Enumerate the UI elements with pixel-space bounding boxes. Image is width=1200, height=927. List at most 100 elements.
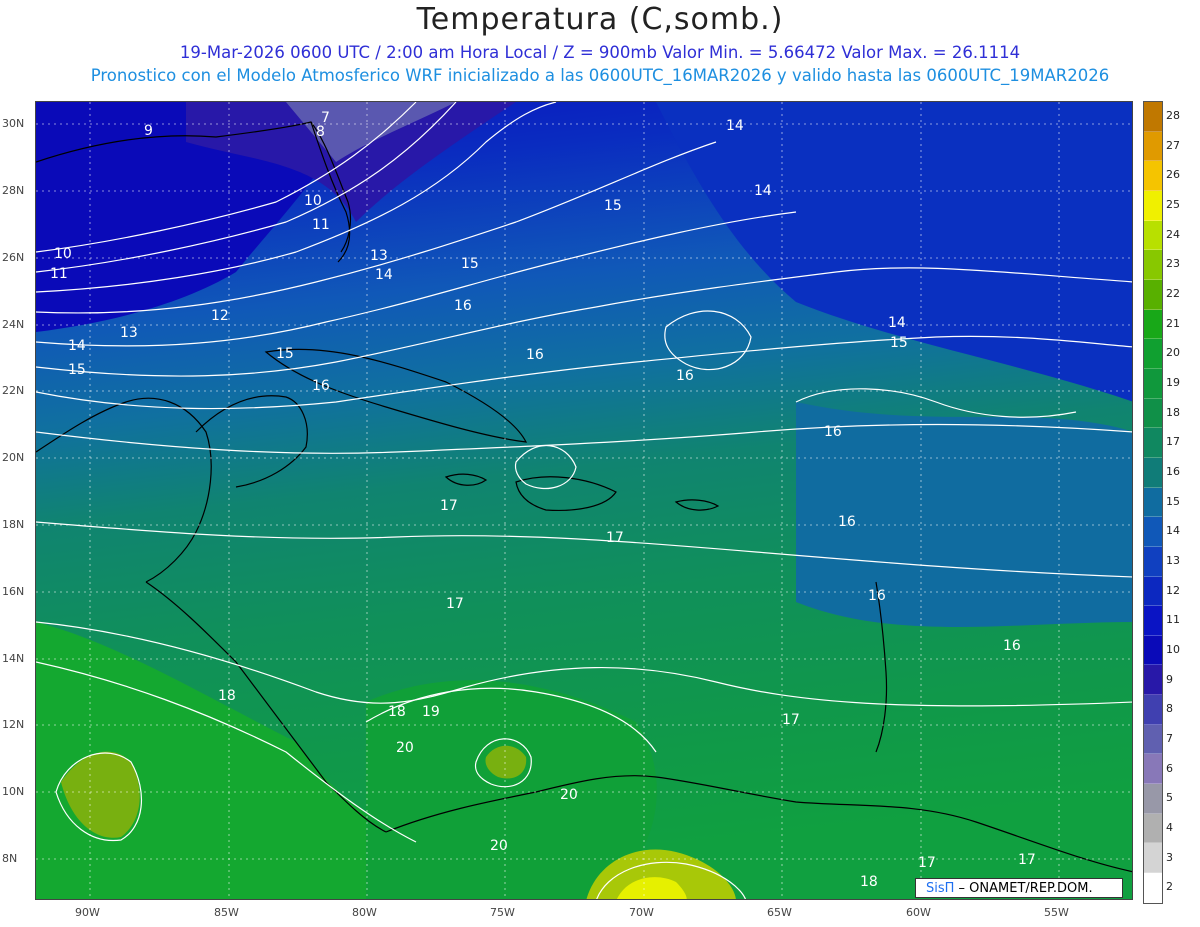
lon-tick: 75W: [490, 906, 515, 919]
colorbar-label: 28: [1166, 108, 1180, 122]
colorbar-label: 5: [1166, 791, 1173, 805]
colorbar-segment: [1144, 635, 1162, 666]
colorbar-label: 14: [1166, 524, 1180, 538]
contour-label: 17: [606, 530, 624, 546]
colorbar-segment: [1144, 339, 1162, 369]
contour-label: 16: [312, 378, 330, 394]
contour-label: 17: [782, 712, 800, 728]
colorbar-label: 15: [1166, 494, 1180, 508]
contour-label: 10: [54, 246, 72, 262]
colorbar-label: 26: [1166, 168, 1180, 182]
colorbar-label: 24: [1166, 227, 1180, 241]
colorbar-segment: [1144, 665, 1162, 696]
colorbar-label: 27: [1166, 138, 1180, 152]
model-info-line: Pronostico con el Modelo Atmosferico WRF…: [90, 66, 1110, 85]
credit-box: SisΠ – ONAMET/REP.DOM.: [915, 878, 1123, 898]
contour-label: 13: [370, 248, 388, 264]
colorbar-segment: [1144, 368, 1162, 399]
lon-tick: 80W: [352, 906, 377, 919]
colorbar-label: 19: [1166, 375, 1180, 389]
lat-tick: 12N: [2, 718, 25, 731]
colorbar-segment: [1144, 279, 1162, 310]
colorbar-label: 9: [1166, 672, 1173, 686]
contour-label: 17: [1018, 852, 1036, 868]
colorbar-segment: [1144, 487, 1162, 518]
contour-label: 13: [120, 325, 138, 341]
colorbar-segment: [1144, 813, 1162, 844]
contour-label: 11: [50, 266, 68, 282]
contour-label: 12: [211, 308, 229, 324]
colorbar-label: 6: [1166, 761, 1173, 775]
colorbar-segment: [1144, 724, 1162, 755]
colorbar-label: 7: [1166, 731, 1173, 745]
lon-tick: 70W: [629, 906, 654, 919]
colorbar-segment: [1144, 517, 1162, 547]
contour-label: 20: [490, 838, 508, 854]
contour-label: 15: [68, 362, 86, 378]
colorbar-segment: [1144, 190, 1162, 221]
colorbar-segment: [1144, 161, 1162, 191]
lat-tick: 16N: [2, 585, 25, 598]
contour-label: 10: [304, 193, 322, 209]
lon-tick: 60W: [906, 906, 931, 919]
contour-label: 16: [838, 514, 856, 530]
colorbar-segment: [1144, 220, 1162, 251]
colorbar-label: 18: [1166, 405, 1180, 419]
contour-label: 17: [446, 596, 464, 612]
contour-label: 14: [888, 315, 906, 331]
contour-label: 9: [144, 123, 153, 139]
map-title: Temperatura (C,somb.): [416, 2, 784, 37]
colorbar-label: 11: [1166, 613, 1180, 627]
colorbar-segment: [1144, 606, 1162, 636]
lon-tick: 55W: [1044, 906, 1069, 919]
colorbar-label: 25: [1166, 197, 1180, 211]
contour-label: 17: [440, 498, 458, 514]
contour-label: 16: [1003, 638, 1021, 654]
contour-label: 16: [868, 588, 886, 604]
lat-tick: 10N: [2, 785, 25, 798]
colorbar-label: 3: [1166, 850, 1173, 864]
lon-tick: 65W: [767, 906, 792, 919]
lon-tick: 90W: [75, 906, 100, 919]
contour-label: 14: [754, 183, 772, 199]
contour-label: 14: [375, 267, 393, 283]
contour-label: 8: [316, 124, 325, 140]
sispi-logo-text: SisΠ: [926, 881, 955, 896]
temperature-map: 9 7 8 14 14 10 11 10 11 13 14 15 15 12 1…: [35, 101, 1133, 900]
contour-label: 16: [824, 424, 842, 440]
colorbar-segment: [1144, 131, 1162, 162]
contour-label: 20: [396, 740, 414, 756]
colorbar-label: 8: [1166, 702, 1173, 716]
contour-label: 18: [860, 874, 878, 890]
contour-label: 16: [454, 298, 472, 314]
contour-label: 16: [676, 368, 694, 384]
colorbar-segment: [1144, 428, 1162, 458]
contour-label: 18: [388, 704, 406, 720]
lat-tick: 22N: [2, 384, 25, 397]
colorbar-segment: [1144, 873, 1162, 903]
colorbar-segment: [1144, 576, 1162, 607]
lon-tick: 85W: [214, 906, 239, 919]
lat-tick: 26N: [2, 251, 25, 264]
lat-tick: 28N: [2, 184, 25, 197]
colorbar-label: 2: [1166, 880, 1173, 894]
colorbar-label: 4: [1166, 820, 1173, 834]
contour-label: 15: [276, 346, 294, 362]
colorbar-label: 16: [1166, 464, 1180, 478]
contour-label: 17: [918, 855, 936, 871]
colorbar-segment: [1144, 784, 1162, 814]
colorbar: [1143, 101, 1163, 904]
colorbar-label: 17: [1166, 435, 1180, 449]
colorbar-segment: [1144, 309, 1162, 340]
contour-label: 15: [890, 335, 908, 351]
colorbar-label: 10: [1166, 642, 1180, 656]
contour-label: 19: [422, 704, 440, 720]
colorbar-segment: [1144, 843, 1162, 874]
colorbar-segment: [1144, 695, 1162, 725]
contour-label: 20: [560, 787, 578, 803]
colorbar-segment: [1144, 398, 1162, 429]
contour-label: 15: [604, 198, 622, 214]
lat-tick: 8N: [2, 852, 18, 865]
contour-label: 14: [68, 338, 86, 354]
valid-time-line: 19-Mar-2026 0600 UTC / 2:00 am Hora Loca…: [179, 43, 1021, 62]
